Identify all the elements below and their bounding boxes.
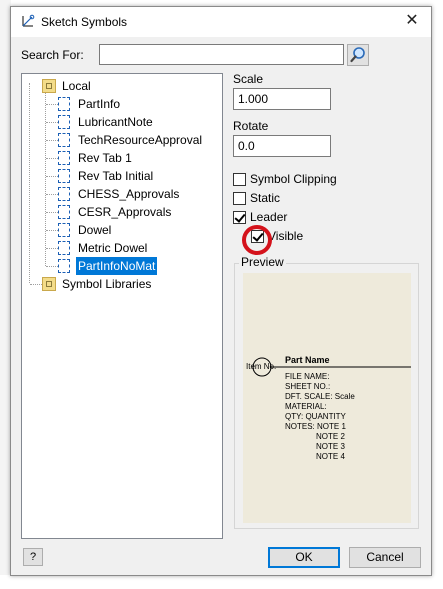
tree-item-label: PartInfo <box>78 97 121 111</box>
search-label: Search For: <box>21 48 84 62</box>
symbol-clipping-label: Symbol Clipping <box>250 172 337 186</box>
sketch-symbol-icon <box>58 97 70 111</box>
search-icon <box>350 47 365 63</box>
preview-item-no: Item No. <box>246 362 277 371</box>
background-drawing-bottom <box>0 575 443 589</box>
leader-checkbox[interactable] <box>233 211 246 224</box>
tree-item-label: Metric Dowel <box>78 241 148 255</box>
tree-item-label: Rev Tab 1 <box>78 151 132 165</box>
sketch-symbol-icon <box>58 223 70 237</box>
sketch-symbol-icon <box>58 241 70 255</box>
sketch-symbol-icon <box>58 151 70 165</box>
title-bar[interactable]: Sketch Symbols ✕ <box>11 7 431 37</box>
static-label: Static <box>250 191 281 205</box>
preview-pane: Item No. Part Name FILE NAME: SHEET NO.:… <box>243 273 411 523</box>
cancel-button[interactable]: Cancel <box>349 547 421 568</box>
search-input[interactable] <box>99 44 344 65</box>
preview-part-name: Part Name <box>285 355 330 365</box>
background-drawing-right <box>432 0 443 589</box>
tree-item-label: TechResourceApproval <box>78 133 203 147</box>
symbol-clipping-checkbox[interactable] <box>233 173 246 186</box>
preview-line: DFT. SCALE: Scale <box>285 392 355 401</box>
tree-item-label: CESR_Approvals <box>78 205 172 219</box>
sketch-symbol-icon <box>58 169 70 183</box>
search-button[interactable] <box>347 44 369 66</box>
folder-icon <box>42 79 56 93</box>
highlight-circle-annotation <box>242 225 272 255</box>
preview-line: NOTES: NOTE 1 <box>285 422 346 431</box>
sketch-symbol-icon <box>58 259 70 273</box>
preview-line: SHEET NO.: <box>285 382 331 391</box>
tree-item-label: Rev Tab Initial <box>78 169 154 183</box>
preview-note: NOTE 4 <box>316 452 345 461</box>
rotate-label: Rotate <box>233 119 269 133</box>
tree-node-label: Local <box>62 79 91 93</box>
tree-item-label: PartInfoNoMat <box>76 257 158 275</box>
dialog-title: Sketch Symbols <box>41 15 128 29</box>
symbol-tree[interactable]: Local PartInfo LubricantNote TechResourc… <box>21 73 223 539</box>
preview-line: MATERIAL: <box>285 402 327 411</box>
sketch-symbols-dialog: Sketch Symbols ✕ Search For: Local PartI… <box>10 6 432 576</box>
preview-line: FILE NAME: <box>285 372 330 381</box>
tree-node-label: Symbol Libraries <box>62 277 152 291</box>
leader-label: Leader <box>250 210 288 224</box>
preview-note: NOTE 3 <box>316 442 345 451</box>
sketch-symbol-icon <box>58 115 70 129</box>
scale-input[interactable] <box>233 88 331 110</box>
help-button[interactable]: ? <box>23 548 43 566</box>
rotate-input[interactable] <box>233 135 331 157</box>
folder-icon <box>42 277 56 291</box>
preview-note: NOTE 2 <box>316 432 345 441</box>
sketch-symbol-icon <box>58 133 70 147</box>
sketch-symbol-icon <box>22 14 35 27</box>
preview-label: Preview <box>239 255 286 269</box>
close-button[interactable]: ✕ <box>401 10 423 32</box>
sketch-symbol-icon <box>58 187 70 201</box>
scale-label: Scale <box>233 72 264 86</box>
tree-item-label: LubricantNote <box>78 115 153 129</box>
tree-item-label: Dowel <box>78 223 112 237</box>
preview-line: QTY: QUANTITY <box>285 412 346 421</box>
ok-button[interactable]: OK <box>268 547 340 568</box>
sketch-symbol-icon <box>58 205 70 219</box>
visible-label: Visible <box>268 229 304 243</box>
static-checkbox[interactable] <box>233 192 246 205</box>
tree-item-label: CHESS_Approvals <box>78 187 180 201</box>
